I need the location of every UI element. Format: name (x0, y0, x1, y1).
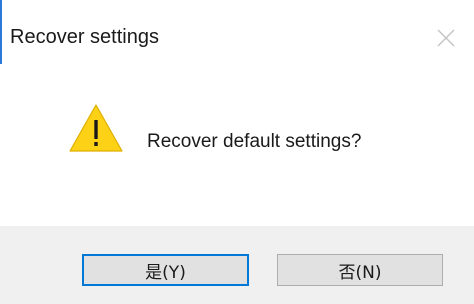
dialog-message: Recover default settings? (147, 131, 362, 152)
yes-button-label: 是(Y) (145, 262, 186, 283)
close-button[interactable] (434, 26, 458, 50)
no-button[interactable]: 否(N) (277, 254, 443, 286)
dialog-title: Recover settings (10, 26, 159, 48)
dialog-button-bar: 是(Y) 否(N) (0, 226, 474, 304)
dialog-content: Recover default settings? (0, 64, 474, 226)
message-box-dialog: Recover settings Recover default setting… (0, 0, 474, 304)
yes-button[interactable]: 是(Y) (82, 254, 249, 286)
close-icon (437, 29, 455, 47)
warning-icon (69, 104, 123, 152)
no-button-label: 否(N) (338, 262, 382, 283)
